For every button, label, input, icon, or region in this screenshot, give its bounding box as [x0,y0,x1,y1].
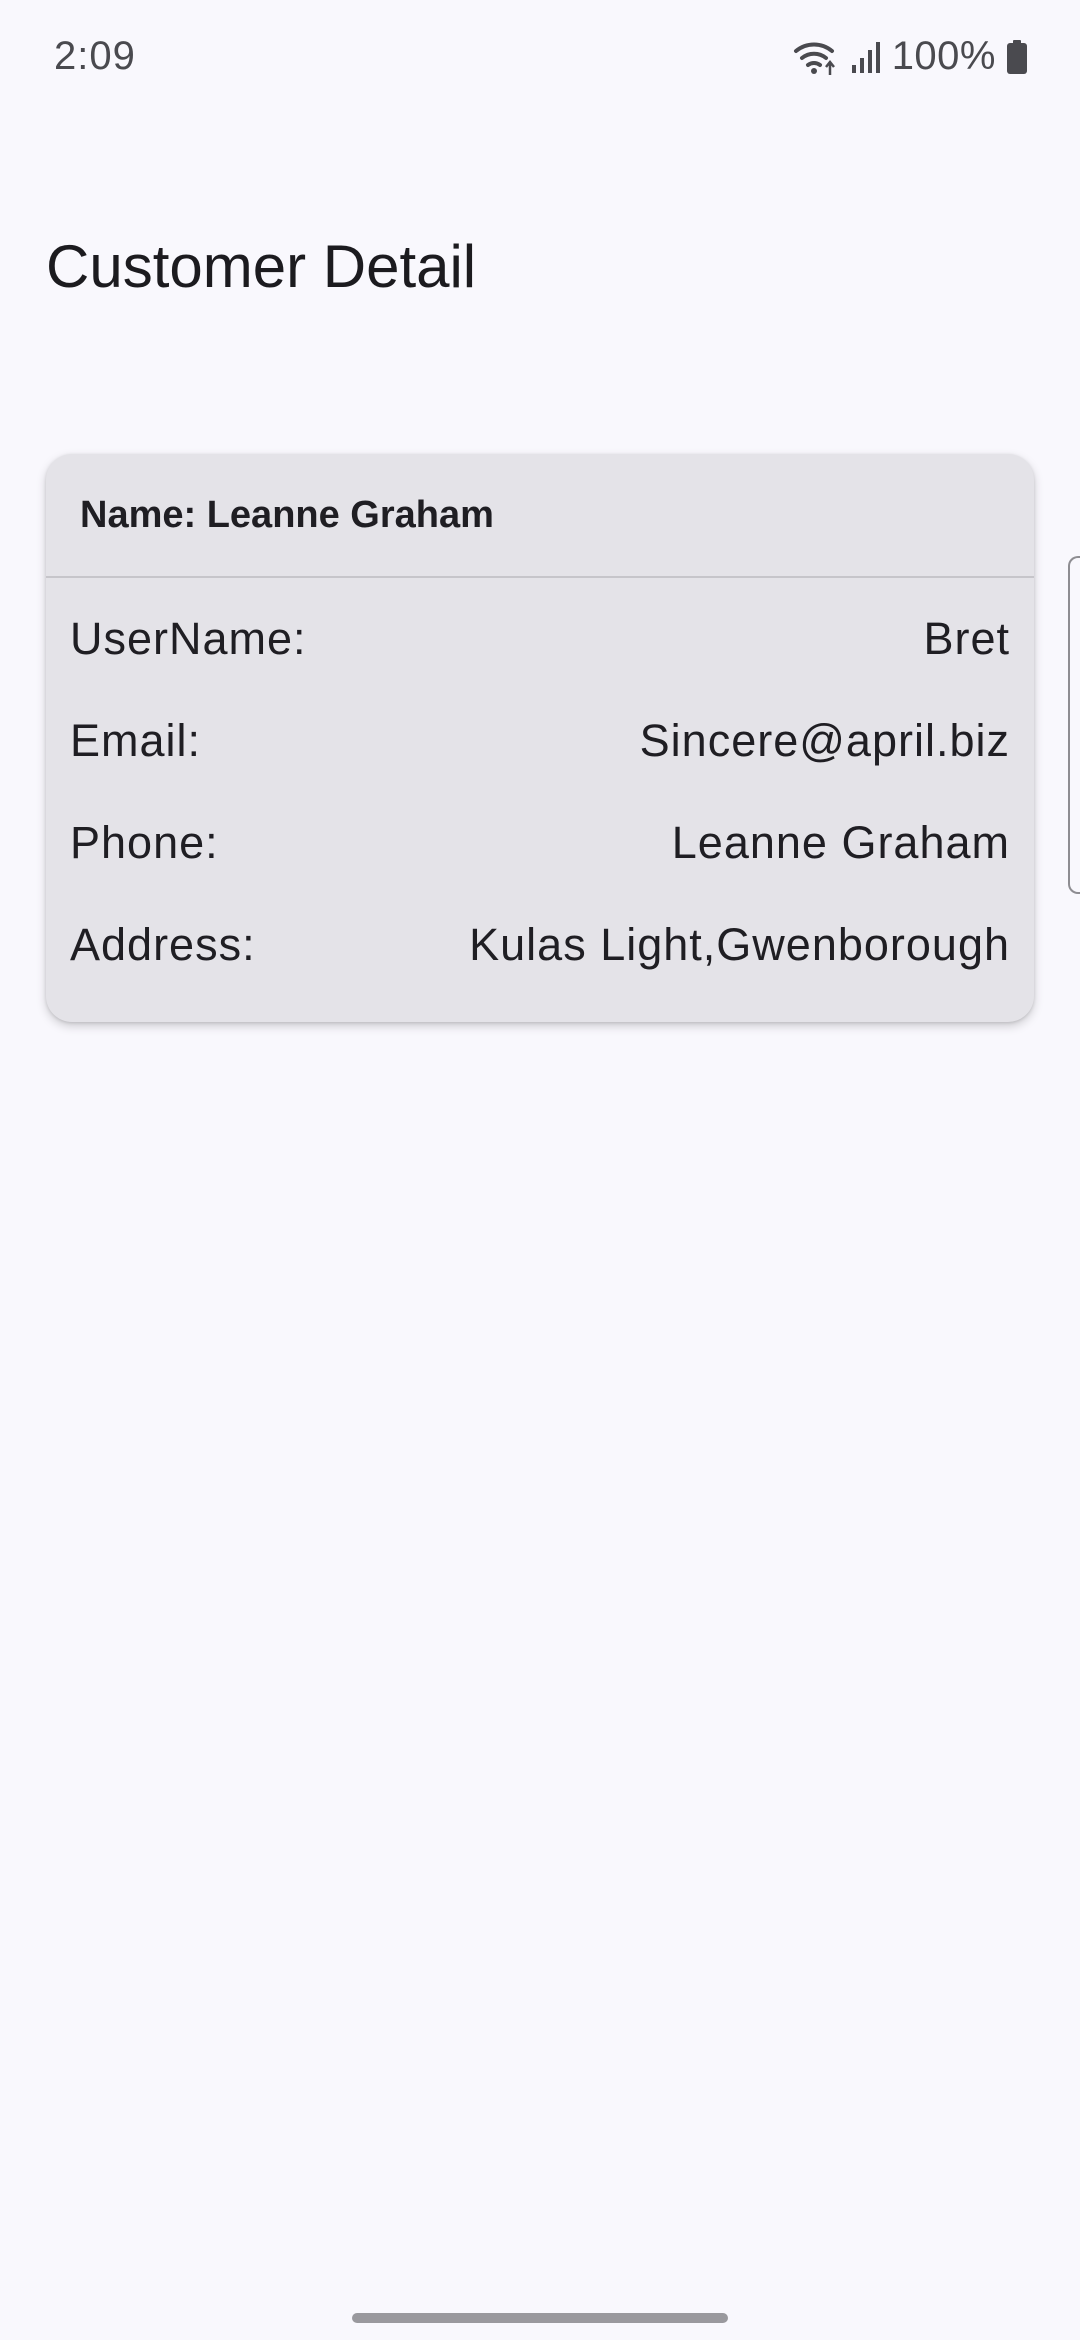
home-indicator[interactable] [352,2313,728,2323]
detail-list: UserName: Bret Email: Sincere@april.biz … [46,588,1034,996]
detail-label: Email: [70,715,202,766]
detail-value: Kulas Light,Gwenborough [469,919,1010,970]
card-header: Name: Leanne Graham [46,454,1034,578]
detail-row-username: UserName: Bret [70,588,1010,690]
status-bar: 2:09 100% [0,0,1080,120]
status-time: 2:09 [54,34,136,78]
detail-row-email: Email: Sincere@april.biz [70,690,1010,792]
detail-label: Address: [70,919,256,970]
battery-icon [1006,39,1028,75]
detail-row-phone: Phone: Leanne Graham [70,792,1010,894]
detail-value: Leanne Graham [671,817,1010,868]
detail-label: Phone: [70,817,219,868]
page-title: Customer Detail [46,233,477,300]
detail-label: UserName: [70,613,307,664]
edge-panel-handle[interactable] [1068,556,1080,894]
customer-name: Name: Leanne Graham [80,493,494,536]
detail-value: Bret [923,613,1010,664]
signal-icon [850,39,882,75]
detail-row-address: Address: Kulas Light,Gwenborough [70,894,1010,996]
detail-value: Sincere@april.biz [639,715,1010,766]
battery-percent: 100% [891,34,996,78]
status-icons: 100% [792,34,1028,79]
customer-card: Name: Leanne Graham UserName: Bret Email… [46,454,1034,1022]
wifi-icon [792,37,840,77]
